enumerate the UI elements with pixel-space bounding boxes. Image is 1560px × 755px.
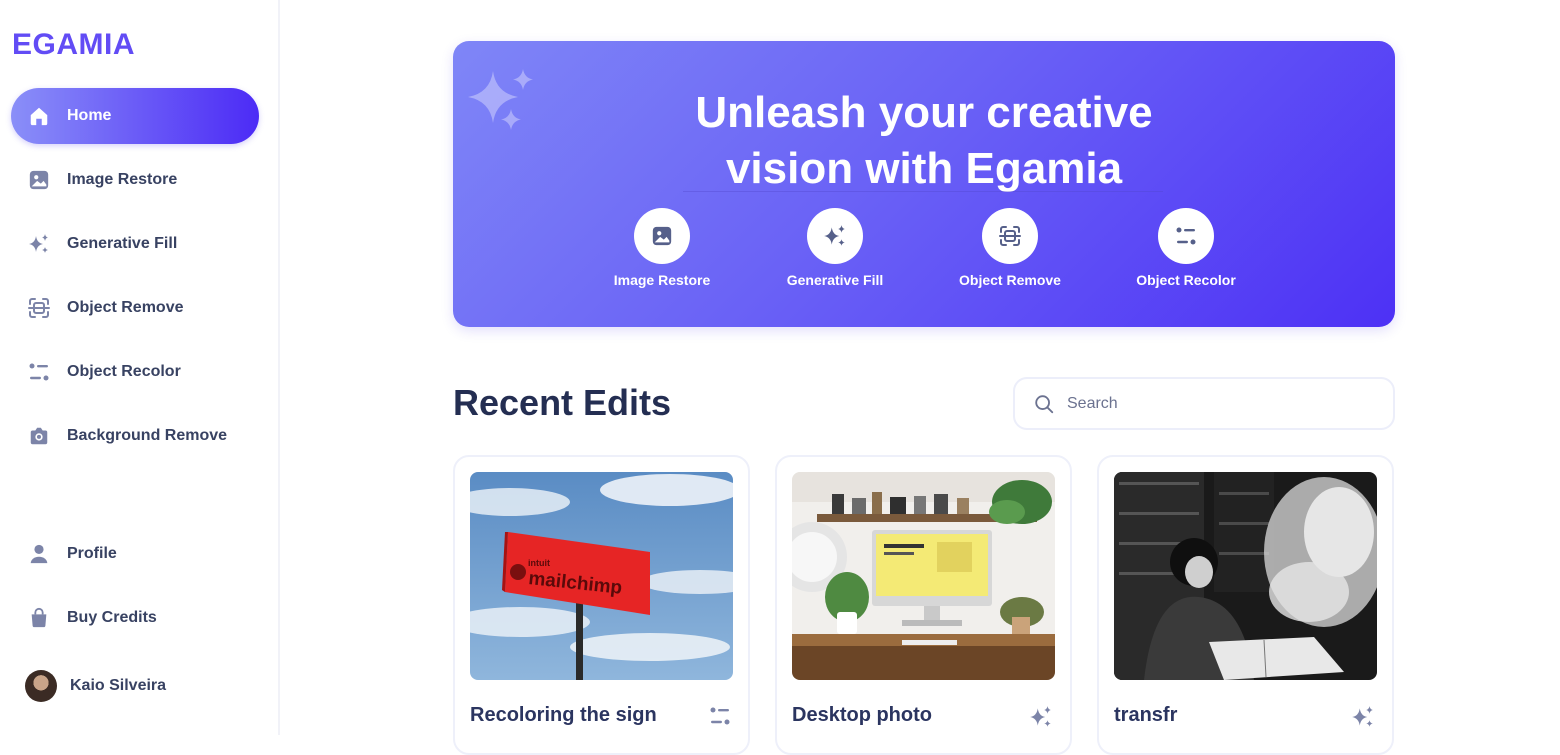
sign-small-text: intuit xyxy=(528,558,550,568)
edit-card[interactable]: transfr xyxy=(1097,455,1394,755)
sidebar-item-generative-fill[interactable]: Generative Fill xyxy=(11,216,259,272)
edit-title: Desktop photo xyxy=(792,704,932,726)
sidebar-item-profile[interactable]: Profile xyxy=(11,526,259,582)
search-input[interactable] xyxy=(1067,394,1367,413)
filters-icon xyxy=(708,704,732,733)
sidebar-item-label: Image Restore xyxy=(67,171,178,188)
tool-label: Object Remove xyxy=(959,272,1061,288)
sidebar: EGAMIA Home Image Restore Generative Fil… xyxy=(0,0,280,735)
edit-card[interactable]: intuit mailchimp Recoloring the sign xyxy=(453,455,750,755)
edit-thumbnail[interactable]: intuit mailchimp xyxy=(470,472,733,680)
sidebar-item-label: Object Recolor xyxy=(67,363,181,380)
sparkles-icon xyxy=(27,232,51,256)
sparkles-icon xyxy=(1350,704,1376,735)
sidebar-item-background-remove[interactable]: Background Remove xyxy=(11,408,259,464)
user-name: Kaio Silveira xyxy=(70,677,167,694)
edit-thumbnail[interactable] xyxy=(1114,472,1377,680)
bag-icon xyxy=(27,606,51,630)
tool-image-restore[interactable]: Image Restore xyxy=(592,208,732,288)
recent-edits-heading: Recent Edits xyxy=(453,382,672,423)
sidebar-item-label: Generative Fill xyxy=(67,235,178,252)
sidebar-item-buy-credits[interactable]: Buy Credits xyxy=(11,590,259,646)
sidebar-item-object-recolor[interactable]: Object Recolor xyxy=(11,344,259,400)
hero-banner: Unleash your creative vision with Egamia… xyxy=(453,41,1395,327)
image-icon xyxy=(27,168,51,192)
sidebar-item-image-restore[interactable]: Image Restore xyxy=(11,152,259,208)
tool-object-recolor[interactable]: Object Recolor xyxy=(1116,208,1256,288)
tool-object-remove[interactable]: Object Remove xyxy=(940,208,1080,288)
scan-icon xyxy=(27,296,51,320)
sidebar-item-label: Buy Credits xyxy=(67,609,157,626)
avatar xyxy=(25,670,57,702)
user-icon xyxy=(27,542,51,566)
sidebar-item-label: Background Remove xyxy=(67,427,228,444)
camera-icon xyxy=(27,424,51,448)
hero-title-line-1: Unleash your creative xyxy=(695,88,1153,137)
hero-title-line-2: vision with Egamia xyxy=(725,144,1123,193)
divider xyxy=(683,191,1163,192)
sidebar-item-label: Object Remove xyxy=(67,299,184,316)
search-box xyxy=(1013,377,1395,430)
sparkles-icon xyxy=(1028,704,1054,735)
sidebar-item-object-remove[interactable]: Object Remove xyxy=(11,280,259,336)
edit-thumbnail[interactable] xyxy=(792,472,1055,680)
tool-label: Image Restore xyxy=(613,272,711,288)
filters-icon xyxy=(27,360,51,384)
tool-label: Object Recolor xyxy=(1136,272,1236,288)
tool-label: Generative Fill xyxy=(786,272,884,288)
hero-title: Unleash your creative vision with Egamia xyxy=(453,85,1395,197)
scan-icon xyxy=(999,226,1021,246)
home-icon xyxy=(27,104,51,128)
edit-title: transfr xyxy=(1114,704,1178,726)
tool-generative-fill[interactable]: Generative Fill xyxy=(765,208,905,288)
user-profile-button[interactable]: Kaio Silveira xyxy=(11,658,259,714)
search-icon xyxy=(1035,394,1054,413)
sidebar-item-home[interactable]: Home xyxy=(11,88,259,144)
edit-title: Recoloring the sign xyxy=(470,704,657,726)
image-icon xyxy=(652,226,672,246)
edit-card[interactable]: Desktop photo xyxy=(775,455,1072,755)
sidebar-item-label: Home xyxy=(67,107,112,124)
sidebar-item-label: Profile xyxy=(67,545,117,562)
filters-icon xyxy=(1176,227,1196,245)
sparkles-icon xyxy=(824,225,845,246)
app-logo[interactable]: EGAMIA xyxy=(12,28,135,62)
